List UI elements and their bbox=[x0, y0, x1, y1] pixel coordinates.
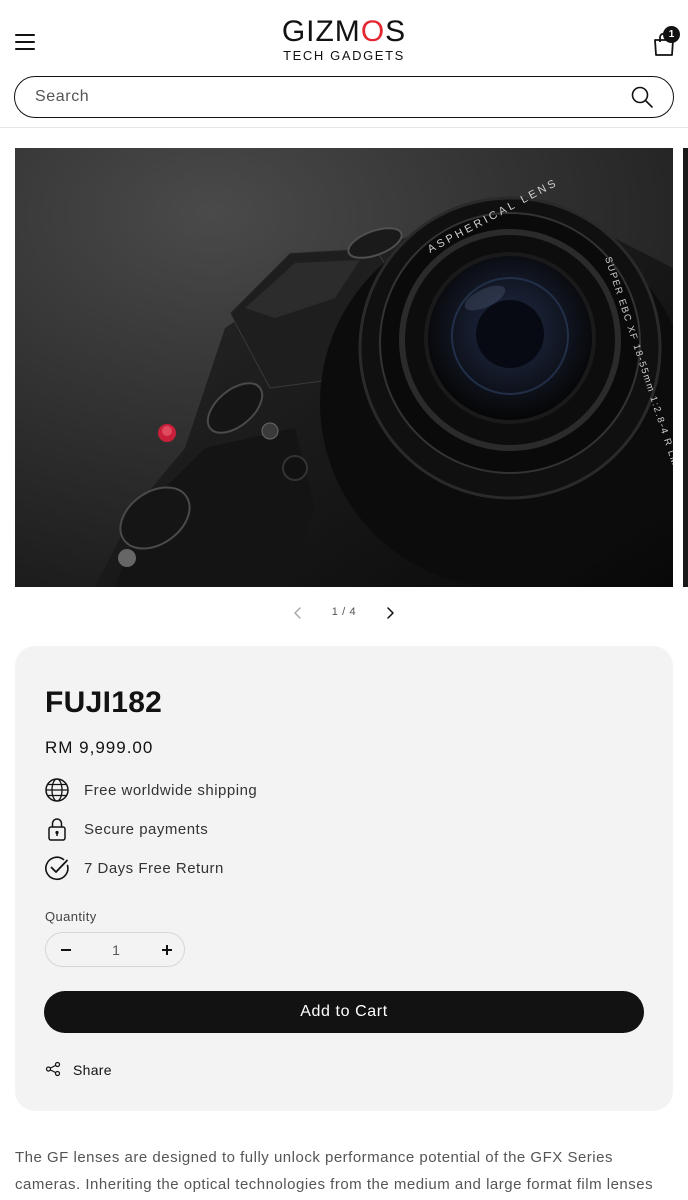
search-icon[interactable] bbox=[630, 85, 654, 109]
quantity-stepper: 1 bbox=[45, 932, 185, 967]
cart-count-badge: 1 bbox=[663, 26, 680, 43]
quantity-increase-button[interactable] bbox=[146, 933, 186, 966]
feature-label: Secure payments bbox=[84, 821, 209, 838]
quantity-input[interactable]: 1 bbox=[86, 942, 146, 958]
share-button[interactable]: Share bbox=[45, 1058, 165, 1080]
add-to-cart-button[interactable]: Add to Cart bbox=[44, 991, 644, 1033]
product-info-panel: FUJI182 RM 9,999.00 Free worldwide shipp… bbox=[15, 646, 673, 1111]
store-logo[interactable]: GIZMOS TECH GADGETS bbox=[0, 16, 688, 64]
check-circle-icon bbox=[45, 856, 69, 880]
feature-secure-payments: Secure payments bbox=[44, 816, 444, 842]
feature-free-return: 7 Days Free Return bbox=[44, 855, 444, 881]
product-price: RM 9,999.00 bbox=[45, 738, 154, 757]
feature-label: Free worldwide shipping bbox=[84, 782, 258, 799]
search-input[interactable] bbox=[35, 77, 615, 117]
quantity-decrease-button[interactable] bbox=[46, 933, 86, 966]
feature-label: 7 Days Free Return bbox=[84, 860, 224, 877]
site-header: GIZMOS TECH GADGETS 1 bbox=[0, 0, 688, 128]
product-image[interactable]: ASPHERICAL LENS SUPER EBC XF 18-55mm 1:2… bbox=[15, 148, 673, 587]
feature-shipping: Free worldwide shipping bbox=[44, 777, 444, 803]
logo-tagline: TECH GADGETS bbox=[283, 48, 405, 63]
quantity-label: Quantity bbox=[45, 909, 97, 924]
chevron-left-icon[interactable] bbox=[289, 604, 307, 622]
description-line: cameras. Inheriting the optical technolo… bbox=[15, 1176, 654, 1193]
logo-wordmark: GIZMOS bbox=[281, 15, 407, 48]
share-icon bbox=[45, 1061, 61, 1077]
search-bar bbox=[14, 76, 674, 118]
product-description: The GF lenses are designed to fully unlo… bbox=[15, 1144, 675, 1198]
share-label: Share bbox=[73, 1062, 112, 1078]
slider-navigation: 1 / 4 bbox=[0, 600, 688, 626]
description-line: The GF lenses are designed to fully unlo… bbox=[15, 1149, 613, 1166]
lock-icon bbox=[48, 818, 66, 841]
chevron-right-icon[interactable] bbox=[381, 604, 399, 622]
slide-counter: 1 / 4 bbox=[331, 606, 357, 618]
globe-icon bbox=[45, 778, 69, 802]
next-slide-preview[interactable] bbox=[683, 148, 688, 587]
product-title: FUJI182 bbox=[45, 686, 163, 719]
